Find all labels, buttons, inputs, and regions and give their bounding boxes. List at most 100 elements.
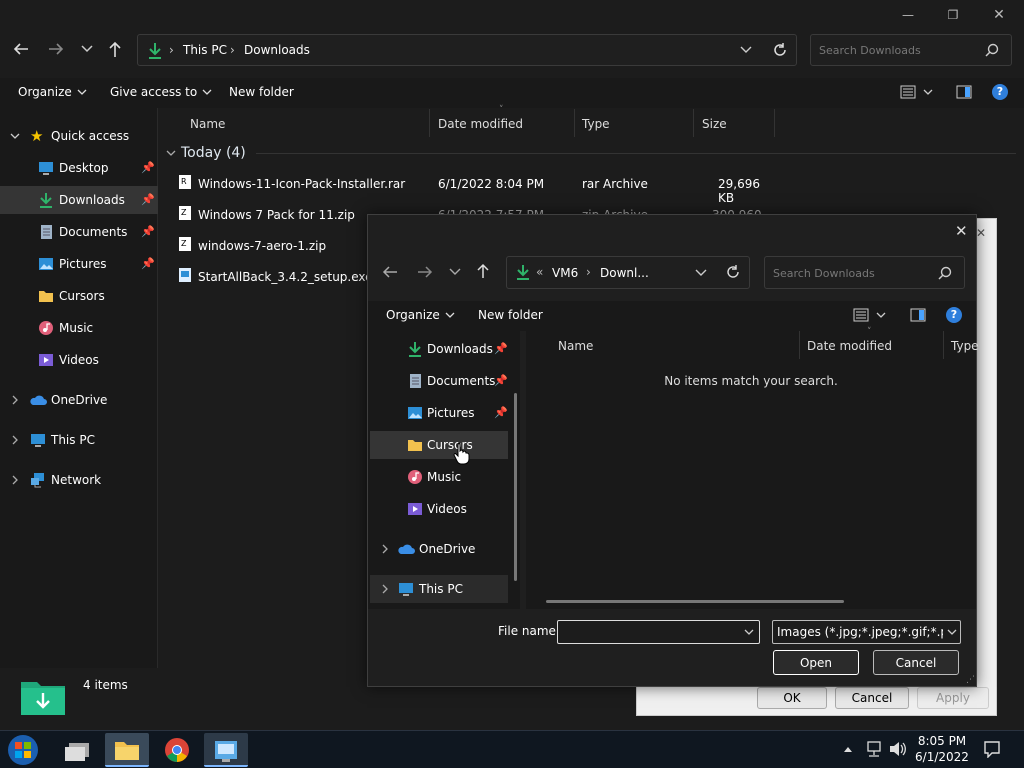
dialog-nav-documents[interactable]: Documents 📌: [370, 367, 508, 395]
sidebar-item-label: Pictures: [59, 257, 107, 271]
notification-icon[interactable]: [983, 740, 1001, 758]
dialog-nav-cursors[interactable]: Cursors: [370, 431, 508, 459]
file-name-input[interactable]: [557, 620, 760, 644]
preview-pane-icon[interactable]: [956, 85, 972, 99]
clock-time: 8:05 PM: [917, 734, 967, 748]
sidebar-item-onedrive[interactable]: OneDrive: [0, 386, 158, 414]
cancel-button[interactable]: Cancel: [873, 650, 959, 675]
file-row[interactable]: StartAllBack_3.4.2_setup.exe: [178, 265, 373, 289]
close-icon[interactable]: ✕: [976, 226, 986, 240]
chevron-down-icon[interactable]: [740, 45, 752, 55]
arrow-up-icon[interactable]: [476, 263, 490, 279]
column-header-name[interactable]: Name: [190, 109, 430, 137]
sidebar-item-music[interactable]: Music: [0, 314, 158, 342]
column-header-type[interactable]: Type: [576, 109, 694, 137]
group-header-today[interactable]: Today (4): [166, 145, 1016, 161]
chevron-down-icon[interactable]: [695, 268, 707, 278]
breadcrumb-downloads[interactable]: Downl...: [600, 266, 649, 280]
arrow-left-icon[interactable]: [382, 265, 398, 279]
chevron-right-icon[interactable]: [380, 544, 390, 554]
dialog-nav-onedrive[interactable]: OneDrive: [370, 535, 508, 563]
taskbar-chrome[interactable]: [155, 733, 199, 767]
task-view-button[interactable]: [57, 733, 101, 767]
horizontal-scrollbar[interactable]: [546, 600, 844, 603]
clock[interactable]: 8:05 PM 6/1/2022: [912, 733, 972, 765]
cancel-button[interactable]: Cancel: [835, 687, 909, 709]
sidebar-item-quick-access[interactable]: ★ Quick access: [0, 122, 158, 150]
dialog-new-folder-button[interactable]: New folder: [478, 308, 543, 322]
details-view-icon: [853, 308, 869, 322]
sidebar-item-downloads[interactable]: Downloads 📌: [0, 186, 158, 214]
file-row[interactable]: R Windows-11-Icon-Pack-Installer.rar 6/1…: [178, 172, 778, 205]
open-button[interactable]: Open: [773, 650, 859, 675]
nav-scrollbar[interactable]: [514, 393, 517, 581]
dialog-nav-downloads[interactable]: Downloads 📌: [370, 335, 508, 363]
refresh-icon[interactable]: [726, 265, 740, 279]
chevron-right-icon[interactable]: [10, 395, 20, 405]
dialog-column-header-name[interactable]: Name: [526, 331, 800, 359]
sidebar-item-cursors[interactable]: Cursors: [0, 282, 158, 310]
dialog-organize-menu[interactable]: Organize: [386, 308, 456, 322]
dialog-nav-this-pc[interactable]: This PC: [370, 575, 508, 603]
search-input[interactable]: Search Downloads: [810, 34, 1012, 66]
breadcrumb-this-pc[interactable]: This PC: [183, 43, 227, 57]
sidebar-item-documents[interactable]: Documents 📌: [0, 218, 158, 246]
up-button[interactable]: [107, 40, 123, 58]
refresh-icon[interactable]: [772, 42, 788, 58]
maximize-button[interactable]: ❐: [930, 0, 976, 30]
ok-button[interactable]: OK: [757, 687, 827, 709]
arrow-right-icon[interactable]: [417, 265, 433, 279]
nav-label: OneDrive: [419, 542, 476, 556]
sidebar-item-pictures[interactable]: Pictures 📌: [0, 250, 158, 278]
help-icon[interactable]: ?: [946, 307, 962, 323]
breadcrumb-vm6[interactable]: VM6: [552, 266, 578, 280]
dialog-search-input[interactable]: Search Downloads: [764, 256, 965, 289]
dialog-nav-pictures[interactable]: Pictures 📌: [370, 399, 508, 427]
chevron-down-icon[interactable]: [10, 131, 20, 141]
help-icon[interactable]: ?: [992, 84, 1008, 100]
chevron-down-icon: [876, 312, 886, 318]
chevron-right-icon[interactable]: [10, 435, 20, 445]
back-button[interactable]: [12, 41, 30, 57]
apply-button[interactable]: Apply: [917, 687, 989, 709]
taskbar-file-explorer[interactable]: [105, 733, 149, 767]
sidebar-item-this-pc[interactable]: This PC: [0, 426, 158, 454]
dialog-view-options-button[interactable]: [853, 307, 887, 323]
volume-icon[interactable]: [888, 740, 908, 758]
organize-menu[interactable]: Organize: [18, 85, 88, 99]
give-access-menu[interactable]: Give access to: [110, 85, 213, 99]
dialog-close-button[interactable]: ✕: [955, 222, 968, 240]
minimize-button[interactable]: —: [885, 0, 931, 30]
start-button[interactable]: [6, 733, 44, 767]
chevron-right-icon[interactable]: [10, 475, 20, 485]
dialog-column-header-date[interactable]: Date modified ˅: [801, 327, 944, 359]
column-header-date[interactable]: Date modified ˅: [431, 105, 575, 137]
chevron-down-icon[interactable]: [449, 267, 461, 277]
control-panel-icon: [215, 741, 237, 762]
file-row[interactable]: Z windows-7-aero-1.zip: [178, 234, 368, 258]
chevron-up-icon[interactable]: [843, 745, 853, 753]
new-folder-button[interactable]: New folder: [229, 85, 294, 99]
sidebar-item-network[interactable]: Network: [0, 466, 158, 494]
dialog-nav-music[interactable]: Music: [370, 463, 508, 491]
column-header-size[interactable]: Size: [695, 109, 775, 137]
sidebar-item-label: Documents: [59, 225, 128, 239]
file-type-filter-select[interactable]: Images (*.jpg;*.jpeg;*.gif;*.png;: [772, 620, 961, 644]
forward-button[interactable]: [47, 41, 65, 57]
sidebar-item-videos[interactable]: Videos: [0, 346, 158, 374]
view-options-button[interactable]: [900, 84, 934, 100]
dialog-column-header-type[interactable]: Type: [945, 331, 985, 359]
address-bar[interactable]: › This PC › Downloads: [137, 34, 797, 66]
chevron-down-icon[interactable]: [744, 629, 754, 637]
taskbar-control-panel[interactable]: [204, 733, 248, 767]
dialog-address-bar[interactable]: « VM6 › Downl...: [506, 256, 750, 289]
close-button[interactable]: ✕: [976, 0, 1022, 30]
chevron-right-icon[interactable]: [380, 584, 390, 594]
dialog-nav-videos[interactable]: Videos: [370, 495, 508, 523]
breadcrumb-downloads[interactable]: Downloads: [244, 43, 310, 57]
resize-grip-icon[interactable]: ⋰: [966, 675, 975, 685]
sidebar-item-desktop[interactable]: Desktop 📌: [0, 154, 158, 182]
network-status-icon[interactable]: [864, 740, 882, 758]
preview-pane-icon[interactable]: [910, 308, 926, 322]
recent-locations-button[interactable]: [80, 43, 94, 55]
